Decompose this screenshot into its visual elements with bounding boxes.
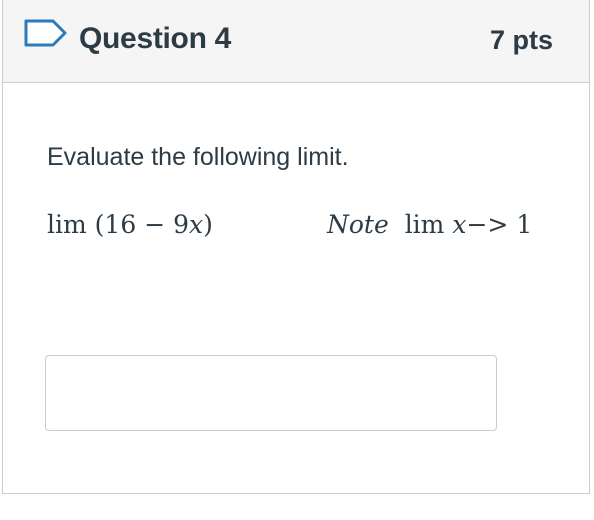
paren-open: ( [94, 210, 105, 239]
question-header: Question 4 7 pts [3, 0, 589, 83]
question-title: Question 4 [79, 22, 232, 55]
coefficient: 9 [173, 210, 189, 239]
question-prompt: Evaluate the following limit. [47, 143, 349, 171]
question-points: 7 pts [489, 25, 553, 55]
bookmark-flag-icon[interactable] [23, 18, 69, 48]
limit-fn: lim [47, 210, 87, 239]
note-arrow: −> [466, 210, 509, 239]
answer-input[interactable] [45, 355, 497, 431]
limit-expression: lim (16 − 9x) [47, 210, 213, 239]
note-variable: x [452, 210, 467, 239]
minus-operator: − [144, 210, 166, 239]
note-target: 1 [516, 210, 533, 239]
paren-close: ) [203, 210, 213, 239]
limit-note: Note lim x−> 1 [327, 210, 532, 239]
constant-term: 16 [104, 210, 137, 239]
note-word: Note [327, 210, 389, 239]
variable: x [189, 210, 204, 239]
question-card: Question 4 7 pts Evaluate the following … [2, 0, 590, 494]
note-limit-fn: lim [404, 210, 445, 239]
